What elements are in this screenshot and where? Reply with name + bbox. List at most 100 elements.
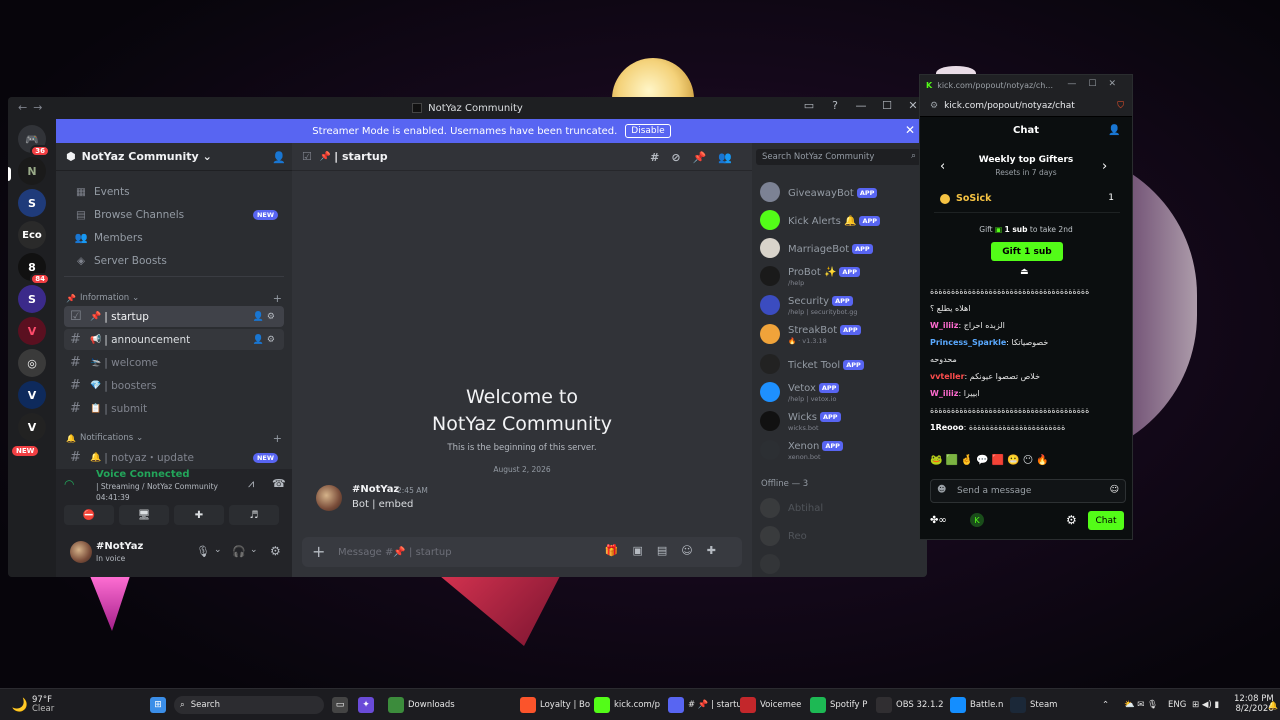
nav-arrows[interactable]: ←→ [18,101,48,114]
chevron-down-icon[interactable]: ⌄ [214,545,222,555]
menu-browse-channels[interactable]: ▤ Browse Channels NEW [64,204,284,225]
taskbar-app[interactable]: Downloads [388,696,455,714]
menu-server-boosts[interactable]: ◈ Server Boosts [64,250,284,271]
emote-icon[interactable]: 🟥 [992,455,1004,475]
plus-icon[interactable]: + [312,542,325,561]
member-row[interactable]: MarriageBot APP [760,235,920,261]
activities-button[interactable]: ✚ [174,505,224,525]
member-row[interactable]: Xenon APP xenon.bot [760,437,920,463]
category-notifications[interactable]: 🔔 Notifications ⌄ + [64,431,284,445]
chevron-down-icon[interactable]: ⌄ [250,545,258,555]
gear-icon[interactable]: ⚙ [1066,513,1077,527]
tray-icons[interactable]: ⛅ ✉ 🎙 [1124,696,1158,714]
member-row[interactable]: Ticket Tool APP [760,351,920,377]
message-author[interactable]: #NotYaz [352,484,399,495]
message-avatar[interactable] [316,485,342,511]
chat-username[interactable]: vvteller [930,372,965,381]
member-row[interactable]: ProBot ✨ APP/help [760,263,920,289]
emote-picker-icon[interactable]: ☺ [1110,485,1119,495]
taskbar-app[interactable]: # 📌 | startu [668,696,742,714]
user-settings-icon[interactable]: 👤 [1108,125,1120,136]
taskbar-app[interactable]: Battle.n [950,696,1003,714]
mic-icon[interactable]: 🎙 [196,545,210,558]
server-icon-5[interactable]: S [18,285,46,313]
minimize-button[interactable]: — [851,99,871,112]
task-view-button[interactable]: ▭ [332,696,352,714]
header-toolbar-icons[interactable]: #⊘📌👥 [650,151,744,164]
member-search-input[interactable]: Search NotYaz Community ⌕ [756,149,921,165]
member-row[interactable]: Vetox APP/help | vetox.io [760,379,920,405]
emote-icon[interactable]: 😶 [1023,455,1033,475]
network-volume-icons[interactable]: ⊞ ◀) ▮ [1192,696,1219,714]
taskbar-app[interactable]: Steam [1010,696,1057,714]
chat-username[interactable]: Princess_Sparkle [930,338,1006,347]
avatar[interactable] [70,541,92,563]
invite-people-icon[interactable]: 👤 [272,151,286,164]
kick-url-bar[interactable]: ⚙ kick.com/popout/notyaz/chat ⛉ [920,95,1132,117]
emote-icon[interactable]: 😬 [1007,455,1019,475]
server-icon-8[interactable]: 8 84 [18,253,50,285]
emote-icon[interactable]: 💬 [976,455,988,475]
maximize-button[interactable]: ☐ [877,99,897,112]
channel-announcement[interactable]: # 📢 | announcement 👤⚙ [64,329,284,350]
server-icon-v-blue[interactable]: V [18,381,46,409]
notification-bell-icon[interactable]: 🔔 [1268,696,1278,714]
emoji-icon[interactable]: ☻ [937,485,946,495]
channel-submit[interactable]: # 📋 | submit [64,398,284,419]
weather-widget[interactable]: 🌙 97°F Clear [12,696,54,714]
member-row[interactable]: StreakBot APP 🔥 · v1.3.18 [760,321,920,347]
emote-icon[interactable]: 🟩 [945,455,957,475]
member-offline[interactable]: Reo [760,523,920,549]
tray-chevron-icon[interactable]: ⌃ [1102,696,1109,714]
site-info-icon[interactable]: ⚙ [930,101,938,111]
menu-events[interactable]: ▦ Events [64,181,284,202]
kick-badge-icon[interactable]: K [970,513,984,527]
member-row[interactable]: Wicks APP wicks.bot [760,408,920,434]
send-chat-button[interactable]: Chat [1088,511,1124,530]
message-composer[interactable]: + Message #📌 | startup 🎁▣▤☺✚ [302,537,742,567]
taskbar-app[interactable]: kick.com/p [594,696,660,714]
voice-channel[interactable]: | Streaming / NotYaz Community [96,482,218,491]
emote-icon[interactable]: 🐸 [930,455,942,475]
gear-icon[interactable]: ⚙ [270,544,281,558]
gift-sub-button[interactable]: Gift 1 sub [991,242,1063,261]
help-icon[interactable]: ? [825,99,845,112]
start-button[interactable]: ⊞ [150,696,170,714]
server-icon-7[interactable]: ◎ [18,349,46,377]
category-information[interactable]: 📌 Information ⌄ + [64,291,284,305]
channel-settings-icons[interactable]: 👤⚙ [253,335,278,345]
taskbar-search[interactable]: ⌕ Search [174,696,324,714]
server-icon-2[interactable]: S [18,189,46,217]
brave-shield-icon[interactable]: ⛉ [1117,101,1124,111]
member-row[interactable]: GiveawayBot APP [760,179,920,205]
channel-welcome[interactable]: # 🛬 | welcome [64,352,284,373]
emote-icon[interactable]: 🤞 [961,455,973,475]
taskbar-app[interactable]: Spotify P [810,696,867,714]
server-header[interactable]: ⬢ NotYaz Community ⌄ 👤 [56,143,292,171]
member-row[interactable]: Security APP/help | securitybot.gg [760,292,920,318]
copilot-button[interactable]: ✦ [358,696,378,714]
headphones-icon[interactable]: 🎧 [232,545,246,558]
disconnect-icon[interactable]: ☎ [272,477,286,490]
member-row[interactable]: Kick Alerts 🔔 APP [760,207,920,233]
channel-startup[interactable]: ☑ 📌 | startup 👤⚙ [64,306,284,327]
disable-streamer-mode-button[interactable]: Disable [625,124,671,138]
emote-icon[interactable]: 🔥 [1036,455,1048,475]
language-indicator[interactable]: ENG [1168,696,1186,714]
chat-username[interactable]: W_iliiz [930,389,958,398]
menu-members[interactable]: 👥 Members [64,227,284,248]
soundboard-button[interactable]: ♬ [229,505,279,525]
channel-settings-icons[interactable]: 👤⚙ [253,312,278,322]
member-offline[interactable] [760,551,920,577]
discord-home-icon[interactable]: 🎮 36 [18,125,50,157]
collapse-icon[interactable]: ⏏ [1020,267,1029,277]
taskbar-app[interactable]: Voicemee [740,696,801,714]
chevron-right-icon[interactable]: › [1102,159,1107,174]
chat-input[interactable]: ☻ Send a message ☺ [930,479,1126,503]
inbox-icon[interactable]: ▭ [799,99,819,112]
camera-off-button[interactable]: ⛔ [64,505,114,525]
close-banner-icon[interactable]: ✕ [905,123,915,137]
screen-share-button[interactable]: 🖥 [119,505,169,525]
add-channel-icon[interactable]: + [273,432,282,445]
taskbar-app[interactable]: OBS 32.1.2 [876,696,944,714]
